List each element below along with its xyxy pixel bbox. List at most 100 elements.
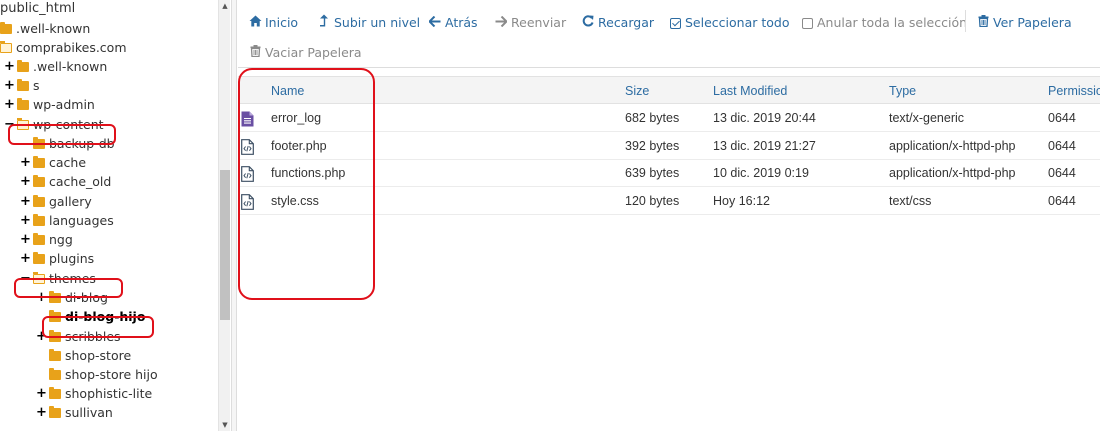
file-modified: Hoy 16:12	[713, 193, 770, 208]
arrow-right-icon	[494, 13, 508, 33]
tree-item[interactable]: + ngg	[20, 230, 73, 249]
tree-item[interactable]: comprabikes.com	[0, 38, 127, 57]
file-size: 682 bytes	[625, 111, 680, 125]
expand-icon[interactable]: +	[4, 76, 15, 95]
column-permissions[interactable]: Permissions	[1048, 77, 1100, 105]
expand-icon[interactable]: +	[20, 211, 31, 230]
table-row[interactable]: error_log 682 bytes 13 dic. 2019 20:44 text…	[238, 105, 1100, 132]
scroll-down-icon[interactable]: ▼	[219, 421, 231, 429]
tree-item[interactable]: + gallery	[20, 192, 92, 211]
tree-item[interactable]: + wp-admin	[4, 95, 95, 114]
folder-icon	[49, 386, 61, 399]
select-all-button[interactable]: Seleccionar todo	[670, 13, 789, 33]
file-modified: 10 dic. 2019 0:19	[713, 166, 809, 180]
column-last-modified[interactable]: Last Modified	[713, 77, 787, 105]
column-size[interactable]: Size	[625, 77, 649, 105]
tree-item[interactable]: + .well-known	[4, 57, 107, 76]
file-permissions: 0644	[1048, 138, 1076, 153]
file-size: 392 bytes	[625, 138, 680, 153]
tree-scrollbar[interactable]: ▲ ▼	[218, 0, 230, 431]
reload-button[interactable]: Recargar	[581, 13, 654, 33]
tree-item-label: languages	[49, 213, 114, 228]
tree-item[interactable]: + shophistic-lite	[36, 384, 152, 403]
scroll-up-icon[interactable]: ▲	[219, 2, 231, 10]
up-level-button[interactable]: Subir un nivel	[317, 13, 420, 33]
tree-item[interactable]: backup-db	[20, 134, 115, 153]
folder-icon	[49, 329, 61, 342]
table-row[interactable]: functions.php 639 bytes 10 dic. 2019 0:19 a…	[238, 160, 1100, 187]
tree-item[interactable]: − wp-content	[4, 115, 104, 134]
expand-icon[interactable]: +	[36, 327, 47, 346]
empty-trash-label: Vaciar Papelera	[265, 45, 362, 60]
folder-icon	[33, 232, 45, 245]
table-row[interactable]: style.css 120 bytes Hoy 16:12 text/css 0644	[238, 188, 1100, 215]
trash-icon	[976, 13, 990, 33]
tree-item[interactable]: + cache_old	[20, 172, 111, 191]
tree-item-label: di-blog-hijo	[65, 309, 146, 324]
folder-open-icon	[33, 271, 45, 284]
tree-item[interactable]: + cache	[20, 153, 86, 172]
deselect-all-button[interactable]: Anular toda la selección	[802, 13, 967, 33]
tree-item[interactable]: + di-blog	[36, 288, 108, 307]
table-row[interactable]: footer.php 392 bytes 13 dic. 2019 21:27 app…	[238, 133, 1100, 160]
view-trash-button[interactable]: Ver Papelera	[976, 13, 1072, 33]
file-type: application/x-httpd-php	[889, 138, 1016, 153]
tree-item[interactable]: di-blog-hijo	[36, 307, 145, 326]
folder-icon	[17, 78, 29, 91]
tree-item-label: wp-content	[33, 117, 104, 132]
expand-icon[interactable]: +	[36, 384, 47, 403]
file-name: footer.php	[271, 138, 327, 153]
tree-item[interactable]: public_html	[0, 0, 75, 18]
expand-icon[interactable]: +	[20, 192, 31, 211]
expand-icon[interactable]: +	[20, 249, 31, 268]
forward-button[interactable]: Reenviar	[494, 13, 566, 33]
expand-icon[interactable]: +	[36, 403, 47, 422]
expand-icon[interactable]: +	[4, 57, 15, 76]
up-level-label: Subir un nivel	[334, 15, 421, 30]
home-button[interactable]: Inicio	[248, 13, 298, 33]
tree-item[interactable]: + sullivan	[36, 403, 113, 422]
tree-item[interactable]: shop-store	[36, 346, 131, 365]
checkbox-checked-icon	[670, 17, 681, 29]
column-type[interactable]: Type	[889, 77, 916, 105]
expand-icon[interactable]: +	[20, 172, 31, 191]
expand-icon[interactable]: +	[36, 288, 47, 307]
file-name: style.css	[271, 193, 319, 208]
file-modified: 13 dic. 2019 21:27	[713, 138, 816, 153]
checkbox-empty-icon	[802, 17, 813, 29]
file-permissions: 0644	[1048, 193, 1076, 208]
tree-item-label: ngg	[49, 232, 73, 247]
panel-divider[interactable]	[231, 0, 237, 431]
folder-icon	[49, 290, 61, 303]
back-button[interactable]: Atrás	[428, 13, 478, 33]
folder-icon	[49, 405, 61, 418]
folder-icon	[0, 21, 12, 34]
code-file-icon	[241, 165, 254, 182]
trash-icon	[248, 43, 262, 63]
tree-item-label: .well-known	[33, 59, 108, 74]
empty-trash-button[interactable]: Vaciar Papelera	[248, 43, 362, 63]
tree-item[interactable]: .well-known	[0, 19, 90, 38]
collapse-icon[interactable]: −	[20, 269, 31, 288]
tree-item-label: cache_old	[49, 174, 112, 189]
tree-item-label: comprabikes.com	[16, 40, 127, 55]
forward-label: Reenviar	[511, 15, 567, 30]
expand-icon[interactable]: +	[20, 153, 31, 172]
tree-item[interactable]: + languages	[20, 211, 114, 230]
toolbar-separator	[965, 10, 966, 32]
file-name: error_log	[271, 111, 322, 125]
tree-item[interactable]: + s	[4, 76, 39, 95]
file-modified: 13 dic. 2019 20:44	[713, 111, 816, 125]
file-permissions: 0644	[1048, 111, 1076, 125]
tree-item-label: backup-db	[49, 136, 115, 151]
tree-item[interactable]: − themes	[20, 269, 96, 288]
deselect-all-label: Anular toda la selección	[817, 15, 968, 30]
expand-icon[interactable]: +	[20, 230, 31, 249]
tree-item[interactable]: shop-store hijo	[36, 365, 158, 384]
tree-item[interactable]: + scribbles	[36, 327, 121, 346]
tree-item[interactable]: + plugins	[20, 249, 94, 268]
expand-icon[interactable]: +	[4, 95, 15, 114]
scrollbar-thumb[interactable]	[220, 170, 230, 320]
collapse-icon[interactable]: −	[4, 115, 15, 134]
column-name[interactable]: Name	[271, 77, 304, 105]
